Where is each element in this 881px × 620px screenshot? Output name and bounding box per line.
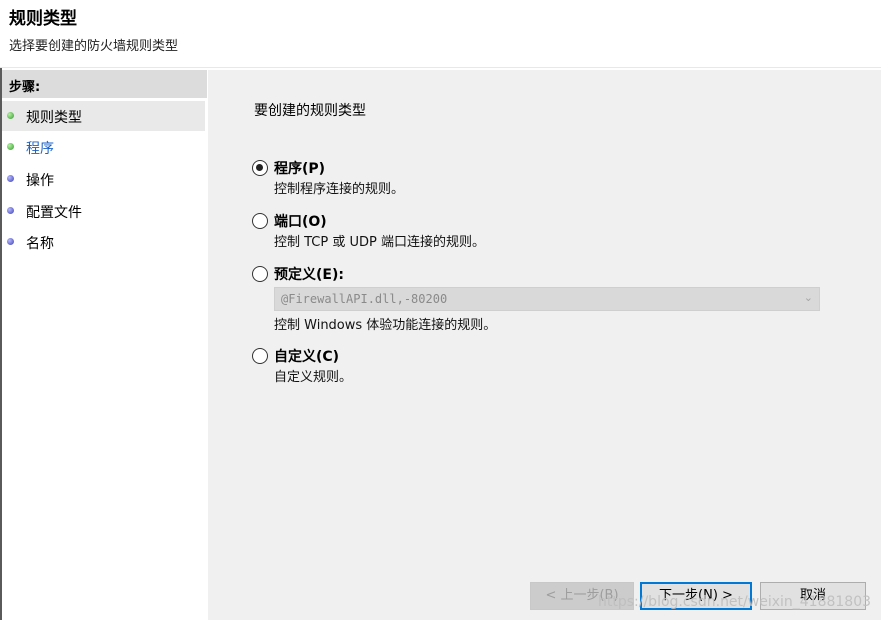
step-pending-icon [7, 207, 14, 214]
option-description: 控制 TCP 或 UDP 端口连接的规则。 [274, 235, 485, 250]
step-pending-icon [7, 238, 14, 245]
radio-custom[interactable] [252, 348, 268, 364]
step-action[interactable]: 操作 [2, 164, 205, 194]
predefined-rule-select[interactable]: @FirewallAPI.dll,-80200 ⌄ [274, 287, 820, 311]
step-pending-icon [7, 175, 14, 182]
option-label: 程序(P) [274, 161, 326, 177]
predefined-rule-value: @FirewallAPI.dll,-80200 [281, 292, 448, 306]
content-pane: 要创建的规则类型 程序(P) 控制程序连接的规则。 端口(O) 控制 TCP 或… [208, 70, 881, 620]
option-description: 自定义规则。 [274, 370, 353, 385]
radio-predefined[interactable] [252, 266, 268, 282]
radio-port[interactable] [252, 213, 268, 229]
step-program[interactable]: 程序 [2, 132, 205, 162]
radio-program[interactable] [252, 160, 268, 176]
step-name[interactable]: 名称 [2, 227, 205, 257]
step-label: 名称 [26, 236, 54, 252]
page-subtitle: 选择要创建的防火墙规则类型 [9, 39, 179, 54]
option-description: 控制 Windows 体验功能连接的规则。 [274, 318, 497, 333]
option-label: 自定义(C) [274, 349, 340, 365]
watermark: https://blog.csdn.net/weixin_41881803 [598, 594, 872, 610]
step-label: 配置文件 [26, 205, 82, 221]
chevron-down-icon: ⌄ [803, 291, 813, 304]
wizard-header: 规则类型 选择要创建的防火墙规则类型 [0, 0, 881, 68]
firewall-wizard-window: 规则类型 选择要创建的防火墙规则类型 步骤: 规则类型 程序 操作 配置文件 名… [0, 0, 881, 620]
rule-type-prompt: 要创建的规则类型 [254, 103, 366, 119]
steps-heading: 步骤: [9, 80, 41, 95]
step-label: 规则类型 [26, 110, 82, 126]
steps-header: 步骤: [2, 70, 207, 98]
step-label: 操作 [26, 173, 54, 189]
step-label: 程序 [26, 141, 54, 157]
option-description: 控制程序连接的规则。 [274, 182, 405, 197]
option-label: 端口(O) [274, 214, 327, 230]
step-complete-icon [7, 143, 14, 150]
step-rule-type[interactable]: 规则类型 [2, 101, 205, 131]
option-label: 预定义(E): [274, 267, 344, 283]
page-title: 规则类型 [9, 9, 77, 29]
step-complete-icon [7, 112, 14, 119]
steps-pane: 步骤: 规则类型 程序 操作 配置文件 名称 [2, 70, 207, 620]
step-profile[interactable]: 配置文件 [2, 196, 205, 226]
